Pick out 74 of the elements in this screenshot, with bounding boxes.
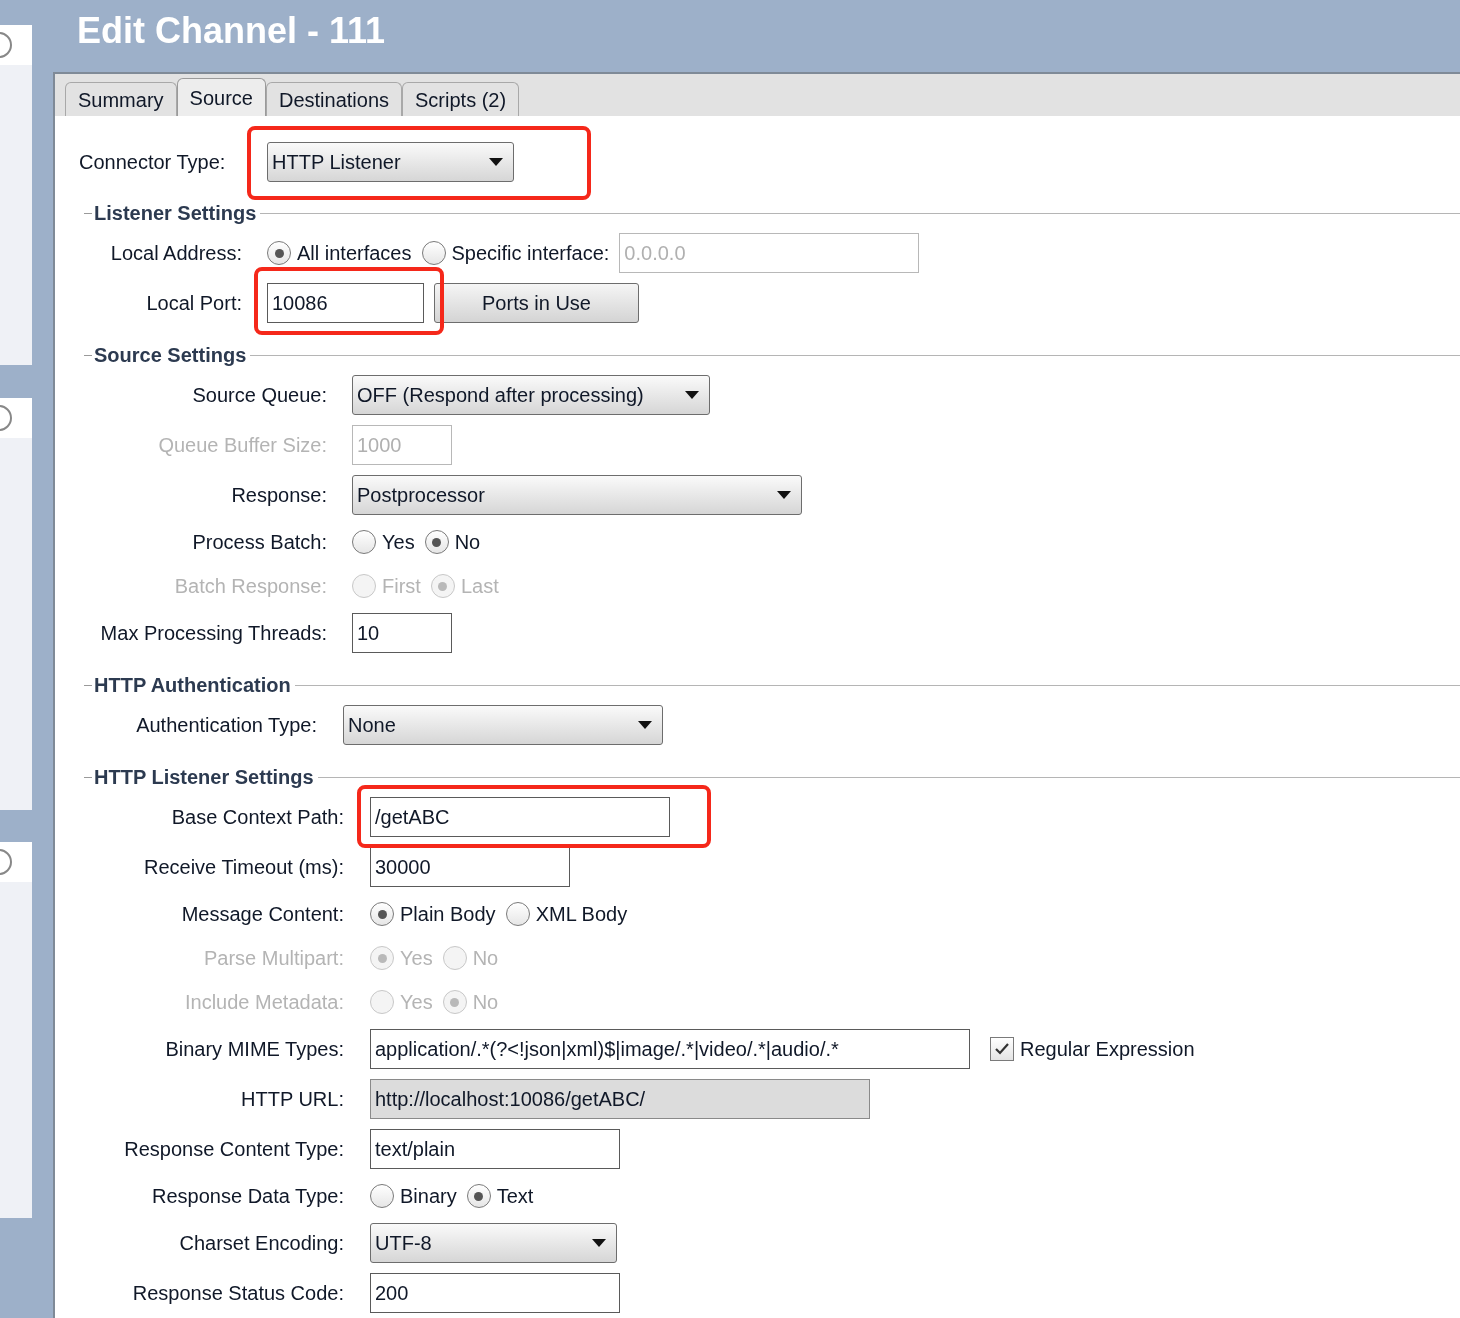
caret-icon bbox=[592, 1239, 606, 1247]
dropdown[interactable]: HTTP Listener bbox=[267, 142, 514, 182]
radio-button[interactable] bbox=[370, 902, 394, 926]
input-field[interactable]: /getABC bbox=[370, 797, 670, 837]
field-label: Source Queue: bbox=[191, 383, 327, 408]
window-title: Edit Channel - 111 bbox=[77, 9, 386, 53]
field-label: Local Address: bbox=[109, 241, 242, 266]
radio-button[interactable] bbox=[424, 530, 449, 554]
field-label: Response Data Type: bbox=[151, 1184, 344, 1209]
radio-label: Yes bbox=[400, 946, 433, 971]
input-field[interactable]: 10086 bbox=[267, 283, 424, 323]
radio-button[interactable] bbox=[352, 530, 376, 554]
radio-button[interactable] bbox=[505, 902, 530, 926]
field-label: Message Content: bbox=[180, 902, 344, 927]
field-label: Response Content Type: bbox=[123, 1137, 344, 1162]
field-label: Charset Encoding: bbox=[178, 1231, 344, 1256]
field-label: Response Status Code: bbox=[131, 1281, 344, 1306]
section-heading: Source Settings bbox=[93, 343, 248, 368]
radio-label: All interfaces bbox=[297, 241, 412, 266]
field-label: Authentication Type: bbox=[135, 713, 317, 738]
radio-label: Yes bbox=[382, 530, 415, 555]
ports-button[interactable]: Ports in Use bbox=[434, 283, 639, 323]
dropdown[interactable]: UTF-8 bbox=[370, 1223, 617, 1263]
section-heading: HTTP Authentication bbox=[93, 673, 292, 698]
checkbox-label: Regular Expression bbox=[1020, 1037, 1195, 1062]
input-field[interactable]: text/plain bbox=[370, 1129, 620, 1169]
field-label: Connector Type: bbox=[79, 150, 227, 175]
field-label: Process Batch: bbox=[191, 530, 327, 555]
tab[interactable]: Summary bbox=[65, 82, 177, 116]
field-label: Max Processing Threads: bbox=[99, 621, 327, 646]
radio-label: No bbox=[472, 990, 499, 1015]
input-field[interactable]: 30000 bbox=[370, 847, 570, 887]
field-label: Parse Multipart: bbox=[202, 946, 344, 971]
input-field[interactable]: 200 bbox=[370, 1273, 620, 1313]
field-label: Receive Timeout (ms): bbox=[142, 855, 344, 880]
section-heading: HTTP Listener Settings bbox=[93, 765, 315, 790]
field-label: Base Context Path: bbox=[170, 805, 344, 830]
tab[interactable]: Scripts (2) bbox=[402, 82, 520, 116]
input-field[interactable]: application/.*(?<!json|xml)$|image/.*|video/.*|audio/.* bbox=[370, 1029, 970, 1069]
tab[interactable]: Source bbox=[176, 78, 266, 116]
caret-icon bbox=[638, 721, 652, 729]
caret-icon bbox=[489, 158, 503, 166]
dropdown[interactable]: Postprocessor bbox=[352, 475, 802, 515]
radio-label: Last bbox=[460, 574, 499, 599]
dropdown[interactable]: None bbox=[343, 705, 663, 745]
input-field[interactable]: 10 bbox=[352, 613, 452, 653]
tab[interactable]: Destinations bbox=[265, 82, 402, 116]
field-label: Local Port: bbox=[145, 291, 242, 316]
input-field[interactable]: http://localhost:10086/getABC/ bbox=[370, 1079, 870, 1119]
caret-icon bbox=[777, 491, 791, 499]
radio-label: Binary bbox=[400, 1184, 457, 1209]
caret-icon bbox=[685, 391, 699, 399]
field-label: Queue Buffer Size: bbox=[157, 433, 327, 458]
field-label: Binary MIME Types: bbox=[164, 1037, 344, 1062]
radio-label: No bbox=[472, 946, 499, 971]
radio-button[interactable] bbox=[267, 241, 291, 265]
dropdown[interactable]: OFF (Respond after processing) bbox=[352, 375, 710, 415]
radio-label: XML Body bbox=[535, 902, 628, 927]
radio-button[interactable] bbox=[466, 1184, 491, 1208]
field-label: Response: bbox=[230, 483, 327, 508]
radio-label: Plain Body bbox=[400, 902, 496, 927]
radio-label: First bbox=[382, 574, 421, 599]
radio-button[interactable] bbox=[370, 1184, 394, 1208]
checkbox[interactable] bbox=[990, 1037, 1014, 1061]
field-label: HTTP URL: bbox=[240, 1087, 344, 1112]
section-heading: Listener Settings bbox=[93, 201, 258, 226]
radio-button[interactable] bbox=[421, 241, 446, 265]
check-icon bbox=[994, 1041, 1010, 1057]
radio-label: Specific interface: bbox=[451, 241, 610, 266]
field-label: Batch Response: bbox=[173, 574, 327, 599]
field-label: Include Metadata: bbox=[184, 990, 344, 1015]
radio-label: Text bbox=[496, 1184, 534, 1209]
radio-label: Yes bbox=[400, 990, 433, 1015]
radio-label: No bbox=[454, 530, 481, 555]
